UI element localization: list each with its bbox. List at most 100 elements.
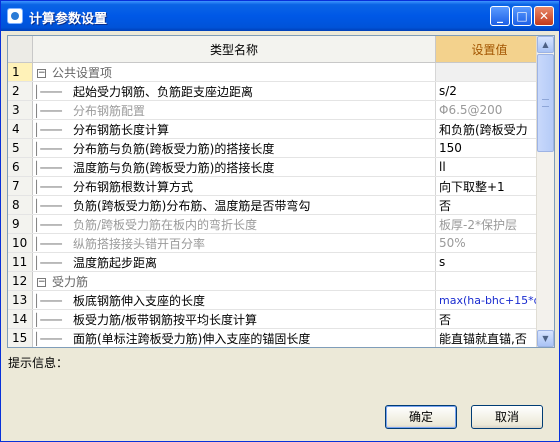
table-row[interactable]: 8 │─── 负筋(跨板受力筋)分布筋、温度筋是否带弯勾 否 bbox=[8, 195, 543, 215]
table-row[interactable]: 10 │─── 纵筋搭接接头错开百分率 50% bbox=[8, 233, 543, 253]
table-row[interactable]: 5 │─── 分布筋与负筋(跨板受力筋)的搭接长度 150 bbox=[8, 138, 543, 158]
collapse-icon[interactable]: − bbox=[37, 68, 46, 78]
row-name: 受力筋 bbox=[52, 274, 89, 289]
name-column-header[interactable]: 类型名称 bbox=[32, 36, 436, 63]
row-value[interactable]: 向下取整+1 bbox=[435, 176, 543, 196]
table-row[interactable]: 6 │─── 温度筋与负筋(跨板受力筋)的搭接长度 ll bbox=[8, 157, 543, 177]
row-name: 分布钢筋配置 bbox=[73, 103, 146, 118]
app-icon bbox=[7, 8, 23, 24]
table-row[interactable]: 7 │─── 分布钢筋根数计算方式 向下取整+1 bbox=[8, 176, 543, 196]
row-name-cell[interactable]: │─── 负筋/跨板受力筋在板内的弯折长度 bbox=[32, 214, 436, 234]
row-name: 分布钢筋长度计算 bbox=[73, 122, 170, 137]
ok-button[interactable]: 确定 bbox=[385, 405, 457, 429]
row-number: 2 bbox=[8, 81, 33, 101]
row-value[interactable]: 150 bbox=[435, 138, 543, 158]
row-name: 温度筋起步距离 bbox=[73, 255, 158, 270]
row-number: 6 bbox=[8, 157, 33, 177]
row-name-cell[interactable]: − 公共设置项 bbox=[32, 62, 436, 82]
row-value[interactable]: 50% bbox=[435, 233, 543, 253]
row-name-cell[interactable]: │─── 分布钢筋长度计算 bbox=[32, 119, 436, 139]
row-number: 9 bbox=[8, 214, 33, 234]
row-name: 分布筋与负筋(跨板受力筋)的搭接长度 bbox=[73, 141, 275, 156]
row-name: 公共设置项 bbox=[52, 65, 113, 80]
tree-connector: │─── bbox=[33, 217, 62, 232]
row-value[interactable]: 和负筋(跨板受力 bbox=[435, 119, 543, 139]
row-value[interactable]: max(ha-bhc+15*d, bbox=[435, 290, 543, 310]
close-button[interactable]: ✕ bbox=[534, 6, 554, 26]
tree-connector: │─── bbox=[33, 293, 62, 308]
row-value[interactable] bbox=[435, 271, 543, 291]
table-row[interactable]: 12− 受力筋 bbox=[8, 271, 543, 291]
row-name-cell[interactable]: │─── 温度筋与负筋(跨板受力筋)的搭接长度 bbox=[32, 157, 436, 177]
table-row[interactable]: 15 │─── 面筋(单标注跨板受力筋)伸入支座的锚固长度 能直锚就直锚,否 bbox=[8, 328, 543, 347]
table-row[interactable]: 3 │─── 分布钢筋配置 Φ6.5@200 bbox=[8, 100, 543, 120]
row-name-cell[interactable]: │─── 分布筋与负筋(跨板受力筋)的搭接长度 bbox=[32, 138, 436, 158]
row-value[interactable] bbox=[435, 62, 543, 82]
row-name-cell[interactable]: │─── 面筋(单标注跨板受力筋)伸入支座的锚固长度 bbox=[32, 328, 436, 347]
scroll-down-button[interactable]: ▼ bbox=[537, 330, 554, 347]
row-name-cell[interactable]: − 受力筋 bbox=[32, 271, 436, 291]
row-value[interactable]: Φ6.5@200 bbox=[435, 100, 543, 120]
row-name-cell[interactable]: │─── 纵筋搭接接头错开百分率 bbox=[32, 233, 436, 253]
row-name: 分布钢筋根数计算方式 bbox=[73, 179, 194, 194]
row-number: 10 bbox=[8, 233, 33, 253]
table-row[interactable]: 11 │─── 温度筋起步距离 s bbox=[8, 252, 543, 272]
row-number: 12 bbox=[8, 271, 33, 291]
row-value[interactable]: 能直锚就直锚,否 bbox=[435, 328, 543, 347]
row-value[interactable]: 板厚-2*保护层 bbox=[435, 214, 543, 234]
value-column-header[interactable]: 设置值 bbox=[435, 36, 543, 63]
tree-connector: │─── bbox=[33, 122, 62, 137]
row-name-cell[interactable]: │─── 分布钢筋配置 bbox=[32, 100, 436, 120]
row-name-cell[interactable]: │─── 温度筋起步距离 bbox=[32, 252, 436, 272]
row-name-cell[interactable]: │─── 起始受力钢筋、负筋距支座边距离 bbox=[32, 81, 436, 101]
row-value[interactable]: s/2 bbox=[435, 81, 543, 101]
row-name-cell[interactable]: │─── 板受力筋/板带钢筋按平均长度计算 bbox=[32, 309, 436, 329]
row-name-cell[interactable]: │─── 分布钢筋根数计算方式 bbox=[32, 176, 436, 196]
row-name: 负筋/跨板受力筋在板内的弯折长度 bbox=[73, 217, 258, 232]
table-row[interactable]: 2 │─── 起始受力钢筋、负筋距支座边距离 s/2 bbox=[8, 81, 543, 101]
row-number: 1 bbox=[8, 62, 33, 82]
maximize-button[interactable]: □ bbox=[512, 6, 532, 26]
vertical-scrollbar[interactable]: ▲ ▼ bbox=[536, 36, 554, 347]
tree-connector: │─── bbox=[33, 141, 62, 156]
parameter-grid[interactable]: 类型名称 设置值 1− 公共设置项 2 │─── 起始受力钢筋、负筋距支座边距离 s/2 3… bbox=[7, 35, 555, 348]
table-row[interactable]: 13 │─── 板底钢筋伸入支座的长度 max(ha-bhc+15*d, bbox=[8, 290, 543, 310]
hint-label: 提示信息： bbox=[8, 356, 69, 370]
scroll-up-button[interactable]: ▲ bbox=[537, 36, 554, 53]
row-number: 5 bbox=[8, 138, 33, 158]
tree-connector: │─── bbox=[33, 312, 62, 327]
cancel-button[interactable]: 取消 bbox=[471, 405, 543, 429]
tree-connector: │─── bbox=[33, 236, 62, 251]
row-number: 13 bbox=[8, 290, 33, 310]
settings-window: 计算参数设置 _ □ ✕ 类型名称 设置值 1− 公共设置项 2 │─── 起始受力钢筋… bbox=[0, 0, 560, 442]
table-row[interactable]: 9 │─── 负筋/跨板受力筋在板内的弯折长度 板厚-2*保护层 bbox=[8, 214, 543, 234]
row-name-cell[interactable]: │─── 板底钢筋伸入支座的长度 bbox=[32, 290, 436, 310]
row-name: 板受力筋/板带钢筋按平均长度计算 bbox=[73, 312, 258, 327]
minimize-button[interactable]: _ bbox=[490, 6, 510, 26]
tree-connector: │─── bbox=[33, 160, 62, 175]
collapse-icon[interactable]: − bbox=[37, 277, 46, 287]
title-bar[interactable]: 计算参数设置 _ □ ✕ bbox=[1, 1, 559, 31]
row-value[interactable]: ll bbox=[435, 157, 543, 177]
row-name: 纵筋搭接接头错开百分率 bbox=[73, 236, 206, 251]
row-name: 面筋(单标注跨板受力筋)伸入支座的锚固长度 bbox=[73, 331, 311, 346]
row-number: 7 bbox=[8, 176, 33, 196]
row-value[interactable]: 否 bbox=[435, 309, 543, 329]
table-row[interactable]: 14 │─── 板受力筋/板带钢筋按平均长度计算 否 bbox=[8, 309, 543, 329]
row-number: 14 bbox=[8, 309, 33, 329]
table-row[interactable]: 1− 公共设置项 bbox=[8, 62, 543, 82]
window-title: 计算参数设置 bbox=[29, 12, 108, 27]
row-number: 15 bbox=[8, 328, 33, 347]
tree-connector: │─── bbox=[33, 179, 62, 194]
table-row[interactable]: 4 │─── 分布钢筋长度计算 和负筋(跨板受力 bbox=[8, 119, 543, 139]
row-value[interactable]: 否 bbox=[435, 195, 543, 215]
row-number-header bbox=[8, 36, 33, 63]
row-value[interactable]: s bbox=[435, 252, 543, 272]
scroll-thumb[interactable] bbox=[537, 54, 554, 152]
close-icon: ✕ bbox=[538, 9, 550, 23]
tree-connector: │─── bbox=[33, 84, 62, 99]
row-name: 起始受力钢筋、负筋距支座边距离 bbox=[73, 84, 254, 99]
tree-connector: │─── bbox=[33, 198, 62, 213]
row-name: 负筋(跨板受力筋)分布筋、温度筋是否带弯勾 bbox=[73, 198, 311, 213]
row-name-cell[interactable]: │─── 负筋(跨板受力筋)分布筋、温度筋是否带弯勾 bbox=[32, 195, 436, 215]
